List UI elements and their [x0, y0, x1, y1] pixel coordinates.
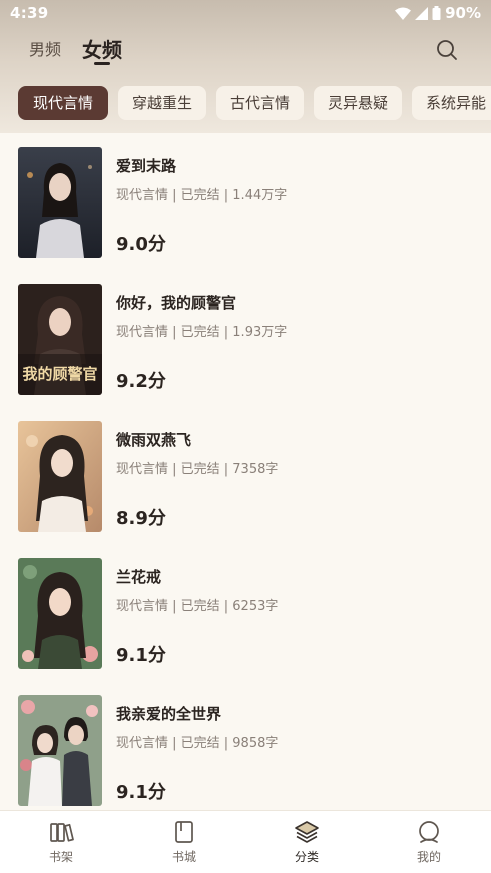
book-title: 爱到末路 — [116, 157, 177, 175]
book-cover[interactable]: 我的顾警官 — [18, 284, 102, 395]
book-title: 我亲爱的全世界 — [116, 705, 222, 723]
cover-title-text: 我的顾警官 — [22, 365, 97, 383]
book-score: 9.0分 — [116, 234, 166, 255]
search-icon[interactable] — [435, 38, 459, 62]
wifi-icon — [395, 7, 412, 20]
nav-label: 我的 — [416, 850, 441, 864]
cellular-icon — [415, 6, 429, 20]
nav-profile[interactable]: 我的 — [399, 819, 459, 869]
book-cover[interactable] — [18, 695, 102, 806]
category-chips: 现代言情 穿越重生 古代言情 灵异悬疑 系统异能 — [0, 86, 491, 122]
battery-icon — [432, 6, 441, 20]
tab-male-label: 男频 — [29, 40, 62, 59]
chip-category[interactable]: 穿越重生 — [118, 86, 206, 120]
battery-percent: 90% — [445, 4, 481, 22]
nav-label: 书城 — [171, 850, 196, 864]
nav-label: 分类 — [294, 850, 319, 864]
book-item[interactable]: 兰花戒 现代言情 | 已完结 | 6253字 9.1分 — [0, 544, 491, 681]
profile-icon — [419, 821, 439, 843]
bottom-nav: 书架 书城 分类 我的 — [0, 810, 491, 873]
chip-category[interactable]: 古代言情 — [216, 86, 304, 120]
tab-female-label: 女频 — [82, 38, 122, 62]
app: 4:39 90% 男频 女频 现代言情 穿越重生 古代言情 灵异悬疑 系统异能 … — [0, 0, 491, 873]
book-title: 兰花戒 — [116, 568, 162, 586]
book-cover[interactable] — [18, 558, 102, 669]
book-meta: 现代言情 | 已完结 | 1.44万字 — [116, 188, 288, 203]
status-bar: 4:39 90% — [0, 0, 491, 28]
book-title: 你好，我的顾警官 — [116, 294, 237, 312]
bookshelf-icon — [50, 823, 74, 842]
nav-bookstore[interactable]: 书城 — [154, 819, 214, 869]
book-title: 微雨双燕飞 — [116, 431, 192, 449]
book-cover[interactable] — [18, 421, 102, 532]
header-area: 4:39 90% 男频 女频 现代言情 穿越重生 古代言情 灵异悬疑 系统异能 — [0, 0, 491, 133]
book-item[interactable]: 我的顾警官 你好，我的顾警官 现代言情 | 已完结 | 1.93万字 9.2分 — [0, 270, 491, 407]
tab-female[interactable]: 女频 — [82, 36, 122, 72]
book-meta: 现代言情 | 已完结 | 1.93万字 — [116, 325, 288, 340]
tab-active-indicator — [94, 62, 110, 65]
book-list: 爱到末路 现代言情 | 已完结 | 1.44万字 9.0分 我的顾警官 你好，我… — [0, 133, 491, 810]
layers-icon — [295, 821, 319, 843]
status-icons: 90% — [395, 4, 481, 22]
chip-category[interactable]: 现代言情 — [18, 86, 108, 120]
book-meta: 现代言情 | 已完结 | 6253字 — [116, 599, 279, 614]
nav-label: 书架 — [48, 850, 73, 864]
book-score: 8.9分 — [116, 508, 166, 529]
book-meta: 现代言情 | 已完结 | 7358字 — [116, 462, 279, 477]
book-score: 9.1分 — [116, 645, 166, 666]
book-score: 9.2分 — [116, 371, 166, 392]
book-item[interactable]: 爱到末路 现代言情 | 已完结 | 1.44万字 9.0分 — [0, 133, 491, 270]
book-item[interactable]: 我亲爱的全世界 现代言情 | 已完结 | 9858字 9.1分 — [0, 681, 491, 810]
book-meta: 现代言情 | 已完结 | 9858字 — [116, 736, 279, 751]
chip-category[interactable]: 系统异能 — [412, 86, 491, 120]
book-score: 9.1分 — [116, 782, 166, 803]
book-icon — [175, 821, 193, 843]
nav-category[interactable]: 分类 — [277, 819, 337, 869]
tab-male[interactable]: 男频 — [29, 36, 61, 72]
status-time: 4:39 — [10, 4, 49, 22]
gender-tabs: 男频 女频 — [0, 36, 491, 72]
book-item[interactable]: 微雨双燕飞 现代言情 | 已完结 | 7358字 8.9分 — [0, 407, 491, 544]
chip-category[interactable]: 灵异悬疑 — [314, 86, 402, 120]
nav-bookshelf[interactable]: 书架 — [31, 819, 91, 869]
book-cover[interactable] — [18, 147, 102, 258]
